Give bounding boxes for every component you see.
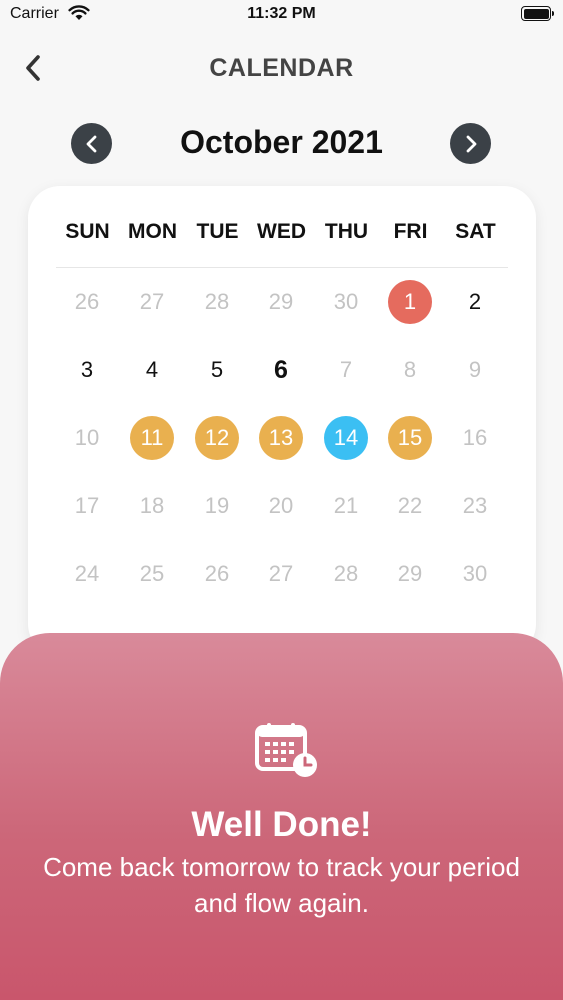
calendar-day[interactable]: 9: [453, 348, 497, 392]
calendar-day[interactable]: 16: [453, 416, 497, 460]
status-bar: Carrier 11:32 PM: [0, 0, 563, 30]
calendar-day[interactable]: 3: [65, 348, 109, 392]
calendar-day[interactable]: 27: [130, 280, 174, 324]
next-month-button[interactable]: [450, 123, 491, 164]
calendar-day[interactable]: 28: [195, 280, 239, 324]
calendar-clock-icon: [255, 723, 317, 777]
calendar-day[interactable]: 21: [324, 484, 368, 528]
calendar-day[interactable]: 28: [324, 552, 368, 596]
calendar-day[interactable]: 1: [388, 280, 432, 324]
page-title: CALENDAR: [209, 54, 354, 82]
calendar-day[interactable]: 19: [195, 484, 239, 528]
calendar-day[interactable]: 6: [259, 348, 303, 392]
calendar-day[interactable]: 11: [130, 416, 174, 460]
calendar-day[interactable]: 15: [388, 416, 432, 460]
calendar-day[interactable]: 22: [388, 484, 432, 528]
weekday-header: SUN MON TUE WED THU FRI SAT: [28, 220, 536, 250]
calendar-day[interactable]: 25: [130, 552, 174, 596]
calendar-day[interactable]: 2: [453, 280, 497, 324]
weekday-label: MON: [128, 220, 177, 243]
weekday-label: FRI: [393, 220, 428, 243]
status-time: 11:32 PM: [247, 5, 316, 22]
weekday-label: TUE: [196, 220, 239, 243]
calendar-day[interactable]: 12: [195, 416, 239, 460]
calendar-day[interactable]: 29: [259, 280, 303, 324]
calendar-card: SUN MON TUE WED THU FRI SAT 26 27 28 29 30 1 2…: [28, 186, 536, 656]
weekday-label: SUN: [65, 220, 110, 243]
weekday-label: THU: [324, 220, 369, 243]
weekday-label: WED: [257, 220, 306, 243]
calendar-day[interactable]: 20: [259, 484, 303, 528]
calendar-day[interactable]: 13: [259, 416, 303, 460]
calendar-day[interactable]: 5: [195, 348, 239, 392]
calendar-day[interactable]: 30: [453, 552, 497, 596]
divider: [56, 267, 508, 268]
calendar-day[interactable]: 4: [130, 348, 174, 392]
calendar-day[interactable]: 8: [388, 348, 432, 392]
calendar-day[interactable]: 27: [259, 552, 303, 596]
calendar-day[interactable]: 10: [65, 416, 109, 460]
weekday-label: SAT: [455, 220, 496, 243]
sheet-message: Come back tomorrow to track your period …: [43, 852, 520, 918]
calendar-day[interactable]: 7: [324, 348, 368, 392]
calendar-day[interactable]: 23: [453, 484, 497, 528]
calendar-day[interactable]: 24: [65, 552, 109, 596]
calendar-day[interactable]: 29: [388, 552, 432, 596]
battery-fill: [523, 8, 549, 19]
calendar-day[interactable]: 30: [324, 280, 368, 324]
well-done-sheet: Well Done! Come back tomorrow to track y…: [0, 633, 563, 1000]
calendar-day[interactable]: 14: [324, 416, 368, 460]
chevron-right-icon: [466, 135, 476, 152]
sheet-title: Well Done!: [191, 805, 372, 844]
calendar-day[interactable]: 18: [130, 484, 174, 528]
calendar-day[interactable]: 26: [65, 280, 109, 324]
battery-icon: [521, 6, 554, 21]
calendar-day[interactable]: 17: [65, 484, 109, 528]
calendar-day[interactable]: 26: [195, 552, 239, 596]
